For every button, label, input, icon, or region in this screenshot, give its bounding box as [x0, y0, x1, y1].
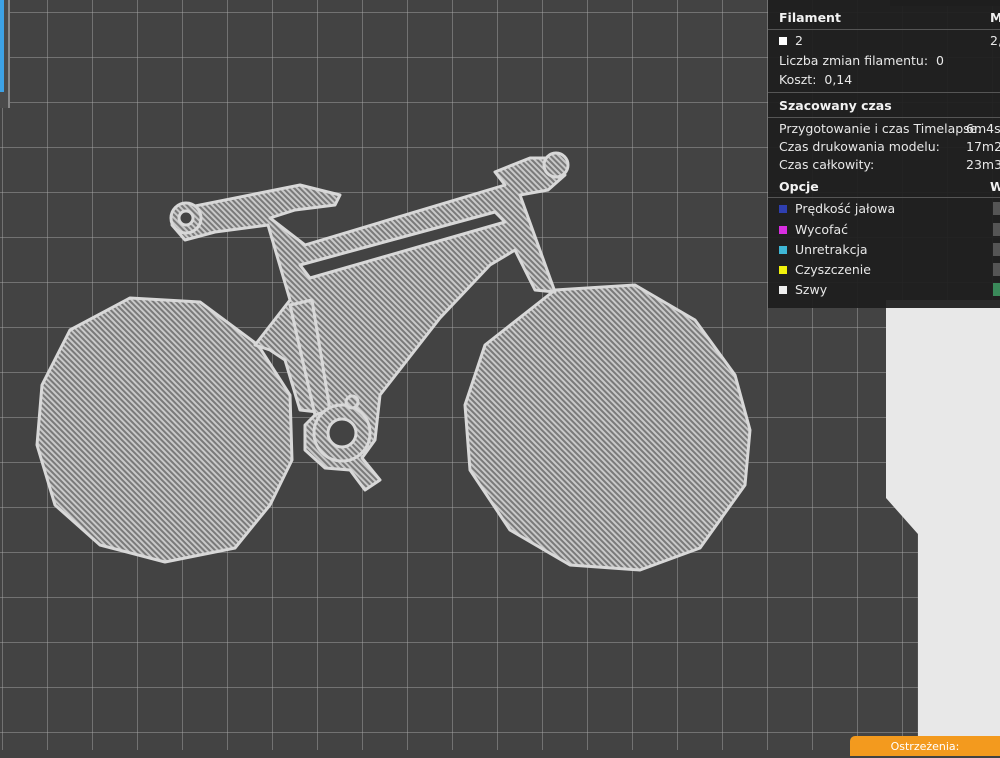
option-idle-speed[interactable]: Prędkość jałowa	[779, 201, 895, 216]
option-retract[interactable]: Wycofać	[779, 222, 848, 237]
option-seams[interactable]: Szwy	[779, 282, 827, 297]
idle-speed-color-icon	[779, 204, 787, 213]
filament-item-label: 2	[795, 33, 803, 48]
retract-toggle[interactable]	[993, 223, 1000, 236]
idle-speed-toggle[interactable]	[993, 202, 1000, 215]
cost-row: Koszt: 0,14	[779, 72, 852, 87]
filament-header: Filament	[779, 10, 841, 25]
wipe-toggle[interactable]	[993, 263, 1000, 276]
wipe-color-icon	[779, 265, 787, 274]
seams-color-icon	[779, 285, 787, 294]
divider	[768, 197, 1000, 198]
rear-wheel	[35, 296, 294, 564]
option-label: Unretrakcja	[795, 242, 868, 257]
total-time-label: Czas całkowity:	[779, 157, 875, 172]
options-right-header: W	[990, 179, 1000, 194]
front-wheel	[463, 283, 752, 572]
warnings-button[interactable]: Ostrzeżenia:	[850, 736, 1000, 756]
filament-changes-label: Liczba zmian filamentu:	[779, 53, 929, 68]
estimated-time-header: Szacowany czas	[779, 98, 892, 113]
filament-item-value: 2,	[990, 33, 1000, 48]
cost-value: 0,14	[824, 72, 853, 87]
options-header: Opcje	[779, 179, 819, 194]
option-unretract[interactable]: Unretrakcja	[779, 242, 868, 257]
retract-color-icon	[779, 225, 787, 234]
model-time-label: Czas drukowania modelu:	[779, 139, 940, 154]
unretract-color-icon	[779, 245, 787, 254]
cost-label: Koszt:	[779, 72, 817, 87]
filament-changes-value: 0	[936, 53, 944, 68]
saddle-end-hole	[177, 209, 195, 227]
divider	[768, 92, 1000, 93]
filament-item[interactable]: 2	[779, 33, 803, 48]
seat-clamp-small	[344, 394, 360, 410]
filament-changes-row: Liczba zmian filamentu: 0	[779, 53, 944, 68]
prep-time-value: 6m4s	[966, 121, 1000, 136]
divider	[768, 29, 1000, 30]
prep-time-label: Przygotowanie i czas Timelapse:	[779, 121, 982, 136]
option-wipe[interactable]: Czyszczenie	[779, 262, 871, 277]
model-time-value: 17m28	[966, 139, 1000, 154]
total-time-value: 23m39	[966, 157, 1000, 172]
filament-right-header: M	[990, 10, 1000, 25]
bottom-bracket-hole	[326, 417, 358, 449]
unretract-toggle[interactable]	[993, 243, 1000, 256]
gcode-legend-panel: Filament M 2 2, Liczba zmian filamentu: …	[768, 0, 1000, 308]
seams-toggle[interactable]	[993, 283, 1000, 296]
option-label: Szwy	[795, 282, 828, 297]
option-label: Czyszczenie	[795, 262, 871, 277]
divider	[768, 117, 1000, 118]
filament-color-icon	[779, 36, 787, 45]
option-label: Prędkość jałowa	[795, 201, 896, 216]
option-label: Wycofać	[795, 222, 848, 237]
handlebar-end	[542, 151, 570, 179]
